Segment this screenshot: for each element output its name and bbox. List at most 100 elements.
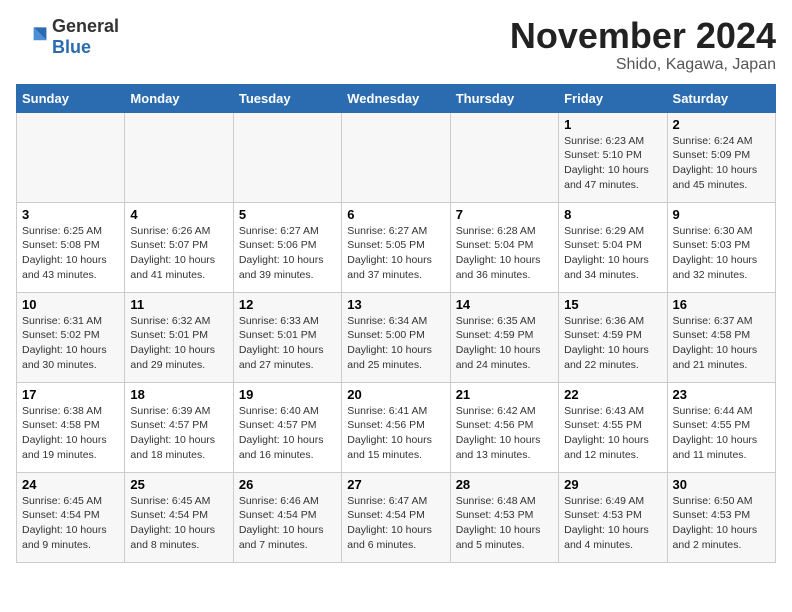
weekday-sunday: Sunday (17, 84, 125, 112)
day-number: 21 (456, 387, 553, 402)
day-info: Sunrise: 6:26 AM Sunset: 5:07 PM Dayligh… (130, 224, 227, 283)
page-header: General Blue November 2024 Shido, Kagawa… (16, 16, 776, 74)
calendar-cell: 14 Sunrise: 6:35 AM Sunset: 4:59 PM Dayli… (450, 292, 558, 382)
calendar-cell: 4 Sunrise: 6:26 AM Sunset: 5:07 PM Daylig… (125, 202, 233, 292)
calendar-cell: 21 Sunrise: 6:42 AM Sunset: 4:56 PM Dayli… (450, 382, 558, 472)
calendar-week-2: 3 Sunrise: 6:25 AM Sunset: 5:08 PM Daylig… (17, 202, 776, 292)
day-info: Sunrise: 6:49 AM Sunset: 4:53 PM Dayligh… (564, 494, 661, 553)
logo-icon (16, 21, 48, 53)
day-number: 6 (347, 207, 444, 222)
weekday-wednesday: Wednesday (342, 84, 450, 112)
calendar-cell (342, 112, 450, 202)
day-number: 12 (239, 297, 336, 312)
calendar-cell: 16 Sunrise: 6:37 AM Sunset: 4:58 PM Dayli… (667, 292, 775, 382)
day-info: Sunrise: 6:45 AM Sunset: 4:54 PM Dayligh… (130, 494, 227, 553)
day-number: 26 (239, 477, 336, 492)
calendar-cell (450, 112, 558, 202)
calendar-cell: 27 Sunrise: 6:47 AM Sunset: 4:54 PM Dayli… (342, 472, 450, 562)
calendar-week-1: 1Sunrise: 6:23 AM Sunset: 5:10 PM Daylig… (17, 112, 776, 202)
calendar-cell: 6 Sunrise: 6:27 AM Sunset: 5:05 PM Daylig… (342, 202, 450, 292)
day-number: 28 (456, 477, 553, 492)
day-number: 22 (564, 387, 661, 402)
calendar-cell: 2 Sunrise: 6:24 AM Sunset: 5:09 PM Daylig… (667, 112, 775, 202)
day-number: 14 (456, 297, 553, 312)
day-info: Sunrise: 6:38 AM Sunset: 4:58 PM Dayligh… (22, 404, 119, 463)
day-info: Sunrise: 6:32 AM Sunset: 5:01 PM Dayligh… (130, 314, 227, 373)
day-number: 10 (22, 297, 119, 312)
title-block: November 2024 Shido, Kagawa, Japan (510, 16, 776, 74)
calendar-cell: 5Sunrise: 6:27 AM Sunset: 5:06 PM Daylig… (233, 202, 341, 292)
weekday-saturday: Saturday (667, 84, 775, 112)
calendar-cell: 19Sunrise: 6:40 AM Sunset: 4:57 PM Dayli… (233, 382, 341, 472)
day-number: 11 (130, 297, 227, 312)
weekday-friday: Friday (559, 84, 667, 112)
day-number: 16 (673, 297, 770, 312)
day-info: Sunrise: 6:48 AM Sunset: 4:53 PM Dayligh… (456, 494, 553, 553)
day-number: 13 (347, 297, 444, 312)
calendar-cell (17, 112, 125, 202)
day-info: Sunrise: 6:24 AM Sunset: 5:09 PM Dayligh… (673, 134, 770, 193)
calendar-cell: 3 Sunrise: 6:25 AM Sunset: 5:08 PM Daylig… (17, 202, 125, 292)
day-number: 27 (347, 477, 444, 492)
day-info: Sunrise: 6:31 AM Sunset: 5:02 PM Dayligh… (22, 314, 119, 373)
day-number: 15 (564, 297, 661, 312)
calendar-cell: 9 Sunrise: 6:30 AM Sunset: 5:03 PM Daylig… (667, 202, 775, 292)
calendar-cell: 12 Sunrise: 6:33 AM Sunset: 5:01 PM Dayli… (233, 292, 341, 382)
calendar-cell: 30Sunrise: 6:50 AM Sunset: 4:53 PM Dayli… (667, 472, 775, 562)
day-info: Sunrise: 6:44 AM Sunset: 4:55 PM Dayligh… (673, 404, 770, 463)
day-info: Sunrise: 6:43 AM Sunset: 4:55 PM Dayligh… (564, 404, 661, 463)
day-number: 4 (130, 207, 227, 222)
day-number: 20 (347, 387, 444, 402)
day-number: 5 (239, 207, 336, 222)
logo-text-blue: Blue (52, 37, 91, 57)
day-info: Sunrise: 6:45 AM Sunset: 4:54 PM Dayligh… (22, 494, 119, 553)
day-info: Sunrise: 6:42 AM Sunset: 4:56 PM Dayligh… (456, 404, 553, 463)
calendar-cell: 1Sunrise: 6:23 AM Sunset: 5:10 PM Daylig… (559, 112, 667, 202)
day-info: Sunrise: 6:40 AM Sunset: 4:57 PM Dayligh… (239, 404, 336, 463)
day-info: Sunrise: 6:47 AM Sunset: 4:54 PM Dayligh… (347, 494, 444, 553)
day-number: 2 (673, 117, 770, 132)
day-number: 3 (22, 207, 119, 222)
calendar-week-4: 17Sunrise: 6:38 AM Sunset: 4:58 PM Dayli… (17, 382, 776, 472)
calendar-header: Sunday Monday Tuesday Wednesday Thursday… (17, 84, 776, 112)
day-info: Sunrise: 6:50 AM Sunset: 4:53 PM Dayligh… (673, 494, 770, 553)
month-title: November 2024 (510, 16, 776, 56)
day-info: Sunrise: 6:34 AM Sunset: 5:00 PM Dayligh… (347, 314, 444, 373)
logo: General Blue (16, 16, 119, 58)
calendar-cell (233, 112, 341, 202)
logo-text-general: General (52, 16, 119, 36)
calendar-body: 1Sunrise: 6:23 AM Sunset: 5:10 PM Daylig… (17, 112, 776, 562)
weekday-tuesday: Tuesday (233, 84, 341, 112)
day-info: Sunrise: 6:37 AM Sunset: 4:58 PM Dayligh… (673, 314, 770, 373)
day-info: Sunrise: 6:39 AM Sunset: 4:57 PM Dayligh… (130, 404, 227, 463)
calendar-week-5: 24 Sunrise: 6:45 AM Sunset: 4:54 PM Dayli… (17, 472, 776, 562)
day-number: 8 (564, 207, 661, 222)
calendar-cell: 18 Sunrise: 6:39 AM Sunset: 4:57 PM Dayli… (125, 382, 233, 472)
calendar-cell: 26 Sunrise: 6:46 AM Sunset: 4:54 PM Dayli… (233, 472, 341, 562)
calendar-cell: 15 Sunrise: 6:36 AM Sunset: 4:59 PM Dayli… (559, 292, 667, 382)
day-info: Sunrise: 6:41 AM Sunset: 4:56 PM Dayligh… (347, 404, 444, 463)
day-number: 9 (673, 207, 770, 222)
weekday-monday: Monday (125, 84, 233, 112)
day-info: Sunrise: 6:25 AM Sunset: 5:08 PM Dayligh… (22, 224, 119, 283)
calendar-cell: 22 Sunrise: 6:43 AM Sunset: 4:55 PM Dayli… (559, 382, 667, 472)
calendar-cell: 11 Sunrise: 6:32 AM Sunset: 5:01 PM Dayli… (125, 292, 233, 382)
day-number: 24 (22, 477, 119, 492)
day-info: Sunrise: 6:30 AM Sunset: 5:03 PM Dayligh… (673, 224, 770, 283)
day-info: Sunrise: 6:46 AM Sunset: 4:54 PM Dayligh… (239, 494, 336, 553)
day-number: 7 (456, 207, 553, 222)
location-subtitle: Shido, Kagawa, Japan (510, 56, 776, 74)
day-info: Sunrise: 6:35 AM Sunset: 4:59 PM Dayligh… (456, 314, 553, 373)
calendar-cell: 13 Sunrise: 6:34 AM Sunset: 5:00 PM Dayli… (342, 292, 450, 382)
day-number: 18 (130, 387, 227, 402)
day-number: 1 (564, 117, 661, 132)
day-info: Sunrise: 6:27 AM Sunset: 5:05 PM Dayligh… (347, 224, 444, 283)
calendar-table: Sunday Monday Tuesday Wednesday Thursday… (16, 84, 776, 563)
day-info: Sunrise: 6:33 AM Sunset: 5:01 PM Dayligh… (239, 314, 336, 373)
weekday-row: Sunday Monday Tuesday Wednesday Thursday… (17, 84, 776, 112)
day-number: 25 (130, 477, 227, 492)
calendar-cell: 25 Sunrise: 6:45 AM Sunset: 4:54 PM Dayli… (125, 472, 233, 562)
calendar-cell: 7Sunrise: 6:28 AM Sunset: 5:04 PM Daylig… (450, 202, 558, 292)
day-info: Sunrise: 6:36 AM Sunset: 4:59 PM Dayligh… (564, 314, 661, 373)
calendar-week-3: 10 Sunrise: 6:31 AM Sunset: 5:02 PM Dayli… (17, 292, 776, 382)
